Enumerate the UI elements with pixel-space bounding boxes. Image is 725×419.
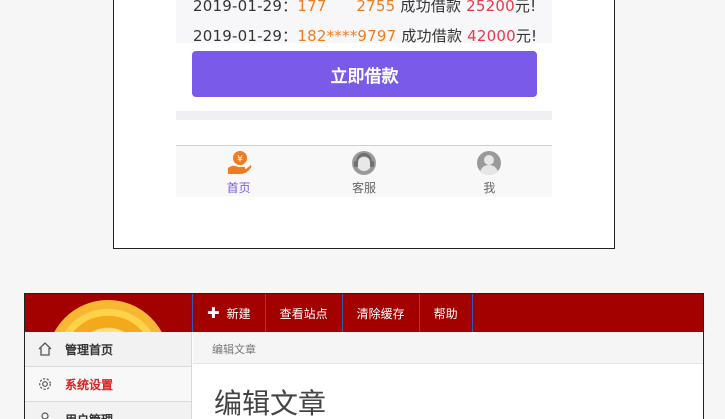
mobile-preview-frame: 2019-01-29：177 2755 成功借款 25200元! 2019-01…: [113, 0, 615, 249]
tab-label: 首页: [226, 181, 251, 195]
tab-home[interactable]: ¥ 首页: [176, 146, 301, 197]
tab-me[interactable]: 我: [427, 146, 552, 197]
tab-customer-service[interactable]: 客服: [301, 146, 426, 197]
home-icon: [37, 341, 53, 357]
bottom-tabbar: ¥ 首页 客服 我: [176, 145, 552, 197]
nav-new-button[interactable]: ✚ 新建: [192, 294, 265, 332]
plus-icon: ✚: [207, 304, 220, 322]
breadcrumb: 编辑文章: [193, 332, 703, 364]
sidebar-item-user-management[interactable]: 用户管理: [25, 402, 191, 419]
page: 2019-01-29：177 2755 成功借款 25200元! 2019-01…: [0, 0, 725, 419]
sidebar-item-dashboard[interactable]: 管理首页: [25, 332, 191, 367]
admin-top-nav: ✚ 新建 查看站点 清除缓存 帮助: [192, 294, 703, 332]
customer-service-icon: [351, 150, 377, 176]
nav-label: 清除缓存: [356, 306, 405, 321]
ticker-row: 2019-01-29：177 2755 成功借款 25200元!: [193, 0, 536, 16]
gear-icon: [37, 376, 53, 392]
nav-view-site[interactable]: 查看站点: [264, 294, 342, 332]
logo-sun-icon: [47, 300, 169, 332]
svg-text:¥: ¥: [237, 155, 243, 165]
tab-label: 我: [483, 181, 496, 195]
sidebar-item-label: 管理首页: [65, 342, 114, 357]
mobile-page: 2019-01-29：177 2755 成功借款 25200元! 2019-01…: [176, 0, 552, 197]
home-money-icon: ¥: [226, 150, 252, 176]
nav-label: 新建: [226, 306, 251, 321]
ticker-phone: 177: [297, 0, 327, 15]
user-icon: [37, 411, 53, 419]
ticker-action: 成功借款: [400, 0, 462, 15]
nav-label: 帮助: [433, 306, 458, 321]
breadcrumb-text: 编辑文章: [212, 343, 256, 356]
nav-clear-cache[interactable]: 清除缓存: [341, 294, 419, 332]
page-title: 编辑文章: [214, 387, 327, 419]
admin-sidebar: 管理首页 系统设置 用户管理: [25, 332, 192, 419]
ticker-unit: 元!: [514, 0, 537, 15]
ticker-action: 成功借款: [401, 27, 463, 43]
apply-loan-button[interactable]: 立即借款: [192, 51, 537, 97]
admin-panel: ✚ 新建 查看站点 清除缓存 帮助 管理首页 系统设置 编辑文章 编辑文章: [24, 293, 704, 419]
ticker-amount: 25200: [466, 0, 515, 15]
section-divider: [176, 111, 552, 120]
loan-ticker: 2019-01-29：177 2755 成功借款 25200元! 2019-01…: [176, 0, 552, 43]
user-avatar-icon: [476, 150, 502, 176]
ticker-phone: 182****9797: [297, 27, 397, 43]
sidebar-item-label: 用户管理: [65, 411, 113, 419]
ticker-amount: 42000: [467, 27, 516, 43]
ticker-row: 2019-01-29：182****9797 成功借款 42000元!: [193, 25, 537, 43]
nav-help[interactable]: 帮助: [418, 294, 473, 332]
ticker-unit: 元!: [515, 27, 538, 43]
ticker-date: 2019-01-29：: [193, 27, 298, 43]
nav-label: 查看站点: [279, 306, 328, 321]
sidebar-item-label: 系统设置: [65, 377, 114, 392]
tab-label: 客服: [351, 181, 376, 195]
sidebar-item-system-settings[interactable]: 系统设置: [25, 367, 191, 402]
ticker-phone-tail: 2755: [356, 0, 396, 15]
ticker-date: 2019-01-29：: [193, 0, 298, 15]
admin-logo[interactable]: [25, 294, 192, 332]
